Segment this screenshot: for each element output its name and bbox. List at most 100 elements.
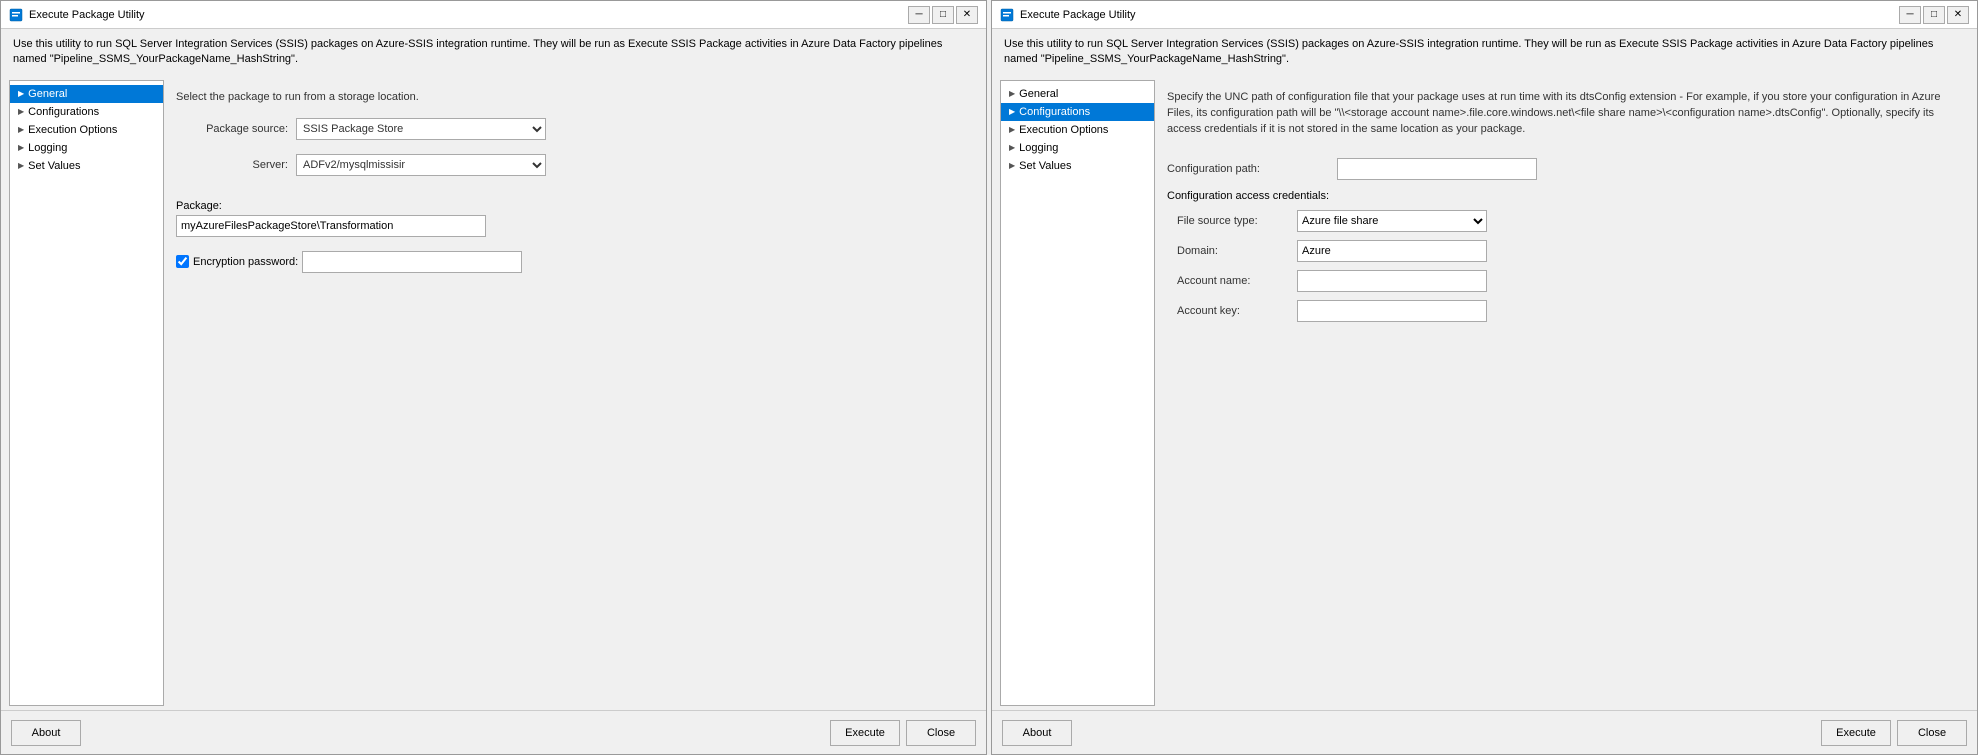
nav-label-execution-2: Execution Options [1019,124,1108,136]
title-bar-left-2: Execute Package Utility [1000,8,1136,22]
nav-item-general-1[interactable]: ▶ General [10,85,163,103]
execute-button-1[interactable]: Execute [830,720,900,746]
footer-1: About Execute Close [1,710,986,754]
config-path-input[interactable] [1337,158,1537,180]
package-source-select[interactable]: SSIS Package Store [296,118,546,140]
encrypt-label: Encryption password: [193,256,298,268]
encrypt-input[interactable] [302,251,522,273]
nav-item-configurations-2[interactable]: ▶ Configurations [1001,103,1154,121]
window-content-1: Use this utility to run SQL Server Integ… [1,29,986,710]
server-label: Server: [176,159,296,171]
encrypt-checkbox[interactable] [176,255,189,268]
package-source-control: SSIS Package Store [296,118,546,140]
nav-arrow-setvalues-1: ▶ [18,161,24,170]
about-button-1[interactable]: About [11,720,81,746]
nav-label-execution-1: Execution Options [28,124,117,136]
close-button-2[interactable]: ✕ [1947,6,1969,24]
account-name-label: Account name: [1177,275,1297,287]
maximize-button-2[interactable]: □ [1923,6,1945,24]
package-input[interactable] [176,215,486,237]
nav-item-execution-2[interactable]: ▶ Execution Options [1001,121,1154,139]
description-2: Use this utility to run SQL Server Integ… [992,29,1977,76]
nav-panel-1: ▶ General ▶ Configurations ▶ Execution O… [9,80,164,706]
window-title-2: Execute Package Utility [1020,9,1136,21]
config-path-label: Configuration path: [1167,163,1337,175]
nav-item-logging-2[interactable]: ▶ Logging [1001,139,1154,157]
nav-arrow-execution-2: ▶ [1009,125,1015,134]
config-section: Configuration path: Configuration access… [1167,158,1963,330]
encryption-row: Encryption password: [176,251,972,273]
footer-right-1: Execute Close [830,720,976,746]
window-content-2: Use this utility to run SQL Server Integ… [992,29,1977,710]
nav-arrow-configurations-2: ▶ [1009,107,1015,116]
package-source-label: Package source: [176,123,296,135]
account-key-label: Account key: [1177,305,1297,317]
content-hint-1: Select the package to run from a storage… [176,86,972,110]
nav-arrow-general-2: ▶ [1009,89,1015,98]
about-button-2[interactable]: About [1002,720,1072,746]
nav-label-setvalues-1: Set Values [28,160,80,172]
file-source-type-select[interactable]: Azure file share [1297,210,1487,232]
nav-item-setvalues-2[interactable]: ▶ Set Values [1001,157,1154,175]
file-source-type-row: File source type: Azure file share [1167,210,1963,232]
server-row: Server: ADFv2/mysqlmissisir [176,154,972,176]
nav-label-logging-1: Logging [28,142,67,154]
credentials-group: Configuration access credentials: File s… [1167,190,1963,322]
nav-label-setvalues-2: Set Values [1019,160,1071,172]
nav-arrow-general-1: ▶ [18,89,24,98]
domain-row: Domain: [1167,240,1963,262]
file-source-type-label: File source type: [1177,215,1297,227]
package-field-label: Package: [176,200,972,212]
server-select[interactable]: ADFv2/mysqlmissisir [296,154,546,176]
title-controls-2: ─ □ ✕ [1899,6,1969,24]
nav-arrow-logging-2: ▶ [1009,143,1015,152]
nav-label-general-1: General [28,88,67,100]
nav-item-execution-1[interactable]: ▶ Execution Options [10,121,163,139]
nav-arrow-configurations-1: ▶ [18,107,24,116]
close-button-footer-1[interactable]: Close [906,720,976,746]
footer-right-2: Execute Close [1821,720,1967,746]
nav-label-configurations-1: Configurations [28,106,99,118]
domain-label: Domain: [1177,245,1297,257]
close-button-footer-2[interactable]: Close [1897,720,1967,746]
app-icon-1 [9,8,23,22]
execute-button-2[interactable]: Execute [1821,720,1891,746]
package-section: Package: [176,200,972,237]
domain-input[interactable] [1297,240,1487,262]
main-area-2: ▶ General ▶ Configurations ▶ Execution O… [992,76,1977,710]
nav-arrow-execution-1: ▶ [18,125,24,134]
nav-label-general-2: General [1019,88,1058,100]
window-title-1: Execute Package Utility [29,9,145,21]
maximize-button-1[interactable]: □ [932,6,954,24]
content-panel-1: Select the package to run from a storage… [170,80,978,706]
app-icon-2 [1000,8,1014,22]
account-name-input[interactable] [1297,270,1487,292]
nav-item-logging-1[interactable]: ▶ Logging [10,139,163,157]
content-panel-2: Specify the UNC path of configuration fi… [1161,80,1969,706]
title-bar-2: Execute Package Utility ─ □ ✕ [992,1,1977,29]
footer-2: About Execute Close [992,710,1977,754]
credentials-title: Configuration access credentials: [1167,190,1963,202]
minimize-button-1[interactable]: ─ [908,6,930,24]
title-bar-1: Execute Package Utility ─ □ ✕ [1,1,986,29]
nav-label-configurations-2: Configurations [1019,106,1090,118]
nav-item-general-2[interactable]: ▶ General [1001,85,1154,103]
window-1: Execute Package Utility ─ □ ✕ Use this u… [0,0,987,755]
description-1: Use this utility to run SQL Server Integ… [1,29,986,76]
title-bar-left-1: Execute Package Utility [9,8,145,22]
minimize-button-2[interactable]: ─ [1899,6,1921,24]
nav-arrow-setvalues-2: ▶ [1009,161,1015,170]
package-source-row: Package source: SSIS Package Store [176,118,972,140]
nav-label-logging-2: Logging [1019,142,1058,154]
account-key-row: Account key: [1167,300,1963,322]
main-area-1: ▶ General ▶ Configurations ▶ Execution O… [1,76,986,710]
server-control: ADFv2/mysqlmissisir [296,154,546,176]
title-controls-1: ─ □ ✕ [908,6,978,24]
nav-item-configurations-1[interactable]: ▶ Configurations [10,103,163,121]
close-button-1[interactable]: ✕ [956,6,978,24]
nav-item-setvalues-1[interactable]: ▶ Set Values [10,157,163,175]
account-key-input[interactable] [1297,300,1487,322]
window-2: Execute Package Utility ─ □ ✕ Use this u… [991,0,1978,755]
config-path-row: Configuration path: [1167,158,1963,180]
content-hint-2: Specify the UNC path of configuration fi… [1167,86,1963,142]
